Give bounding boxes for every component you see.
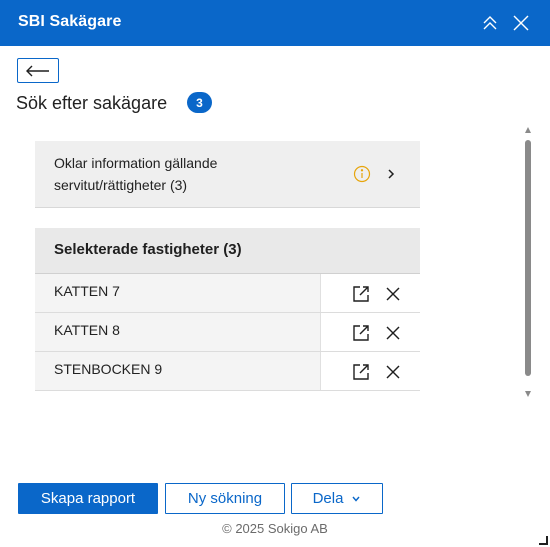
count-badge: 3 [187,92,212,113]
remove-icon[interactable] [383,323,403,343]
info-circle-icon [353,165,371,183]
remove-icon[interactable] [383,284,403,304]
open-external-icon[interactable] [351,323,371,343]
back-button[interactable] [17,58,59,83]
copyright-text: © 2025 Sokigo AB [222,521,328,536]
close-icon [513,15,529,31]
chevron-down-icon [352,496,360,502]
close-panel-button[interactable] [509,11,533,35]
create-report-button[interactable]: Skapa rapport [18,483,158,514]
double-chevron-up-icon [483,16,497,30]
property-row: STENBOCKEN 9 [35,352,420,391]
page-title: Sök efter sakägare [16,93,168,113]
property-row: KATTEN 8 [35,313,420,352]
collapse-panel-button[interactable] [478,11,502,35]
panel-title: SBI Sakägare [18,13,122,30]
arrow-left-icon [26,65,49,76]
resize-handle-icon[interactable] [538,535,548,545]
share-label: Dela [312,490,344,507]
unclear-info-row[interactable]: Oklar information gällande servitut/rätt… [35,141,420,208]
panel-header: SBI Sakägare [0,0,550,46]
scrollbar[interactable] [520,126,536,402]
property-name: STENBOCKEN 9 [54,361,163,377]
open-external-icon[interactable] [351,284,371,304]
property-row: KATTEN 7 [35,274,420,313]
property-name: KATTEN 7 [54,283,120,299]
property-actions [320,313,420,351]
selected-properties-label: Selekterade fastigheter (3) [54,241,242,258]
chevron-right-icon [388,169,395,179]
scroll-up-arrow-icon[interactable] [524,126,532,134]
share-dropdown-button[interactable]: Dela [291,483,383,514]
property-actions [320,352,420,390]
scrollbar-thumb[interactable] [525,140,531,376]
unclear-info-text: Oklar information gällande servitut/rätt… [54,155,218,193]
remove-icon[interactable] [383,362,403,382]
scroll-down-arrow-icon[interactable] [524,390,532,398]
property-actions [320,274,420,312]
property-name: KATTEN 8 [54,322,120,338]
open-external-icon[interactable] [351,362,371,382]
new-search-button[interactable]: Ny sökning [165,483,285,514]
selected-properties-header: Selekterade fastigheter (3) [35,228,420,274]
